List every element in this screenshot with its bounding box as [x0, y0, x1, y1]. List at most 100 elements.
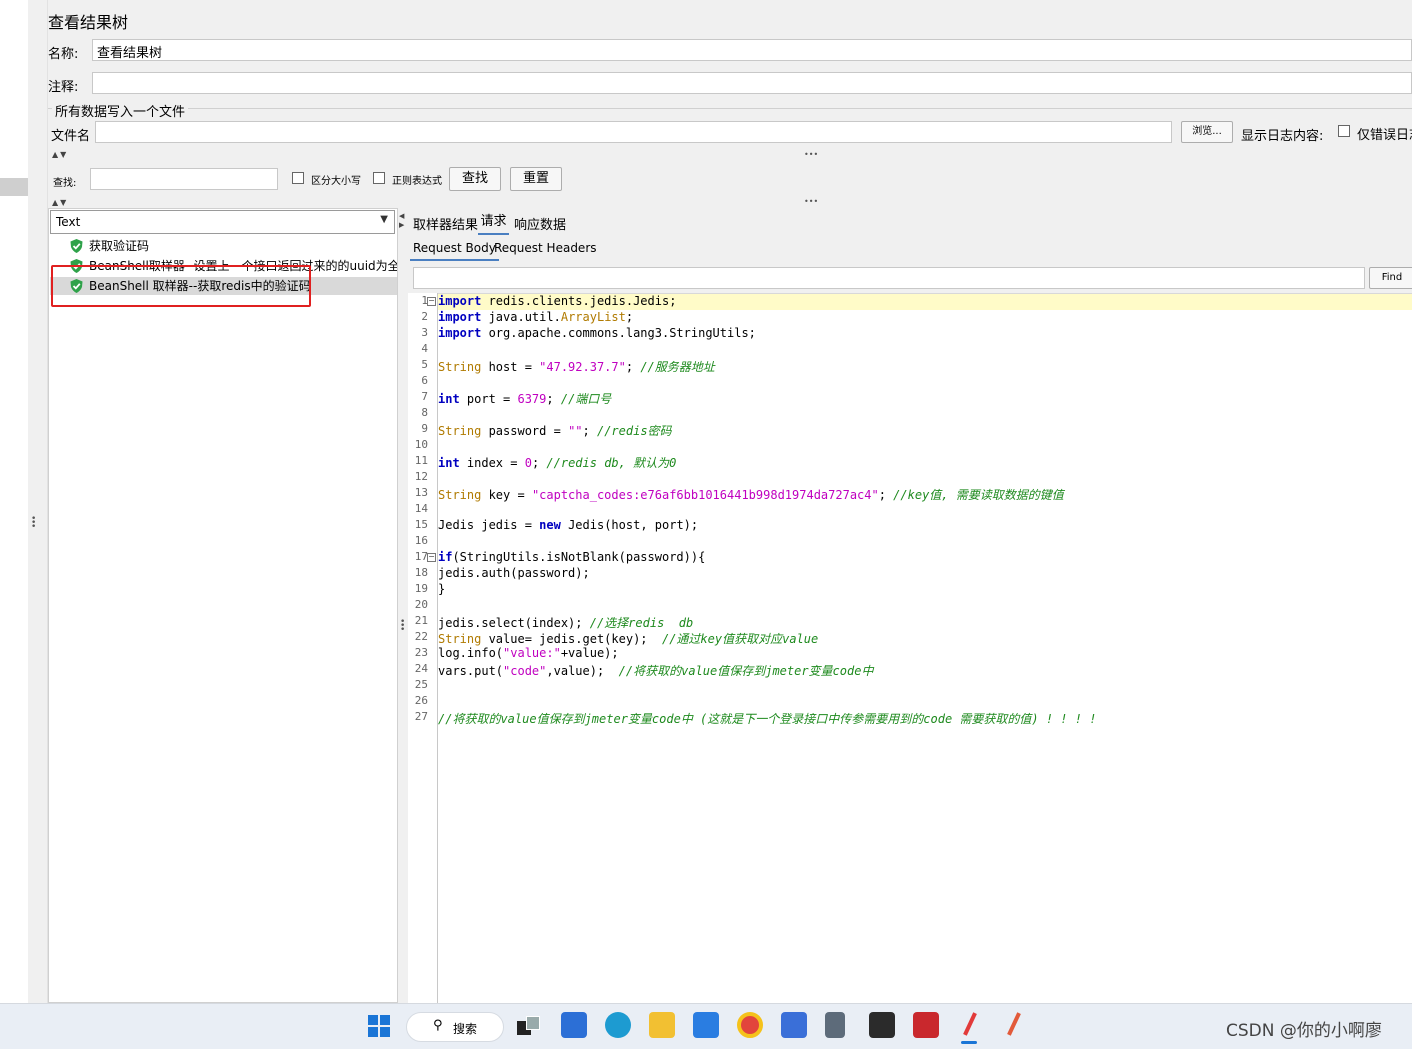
collapse-arrows-icon[interactable]: ◀ ▶ [399, 212, 404, 230]
regex-checkbox[interactable] [373, 172, 385, 184]
app-icon[interactable] [781, 1012, 807, 1038]
explorer-icon[interactable] [649, 1012, 675, 1038]
code-line: int index = 0; //redis db, 默认为0 [438, 456, 677, 470]
code-line: String value= jedis.get(key); //通过key值获取… [438, 632, 819, 646]
code-line: log.info("value:"+value); [438, 646, 619, 660]
subtab-request-body[interactable]: Request Body [410, 237, 499, 261]
store-icon[interactable] [561, 1012, 587, 1038]
subtab-request-headers[interactable]: Request Headers [494, 237, 597, 259]
tab-response-data[interactable]: 响应数据 [514, 214, 566, 233]
tree-item-label: 获取验证码 [89, 239, 150, 253]
fold-icon[interactable]: − [427, 553, 436, 562]
start-icon[interactable] [368, 1015, 390, 1037]
tab-request[interactable]: 请求 [478, 211, 509, 235]
code-line: int port = 6379; //端口号 [438, 392, 612, 406]
line-number: 7 [421, 390, 428, 403]
file-group-label: 所有数据写入一个文件 [52, 101, 189, 120]
watermark: CSDN @你的小啊廖 [1226, 1021, 1382, 1041]
page-title: 查看结果树 [48, 13, 129, 32]
pen2-icon[interactable] [1001, 1012, 1027, 1038]
active-app-indicator [961, 1041, 977, 1044]
splitter-grip-icon: • • • [31, 514, 37, 532]
line-number: 19 [414, 582, 428, 595]
calculator-icon[interactable] [825, 1012, 845, 1038]
line-number: 11 [414, 454, 428, 467]
left-navigation-strip [0, 0, 29, 1003]
main-splitter[interactable]: • • • [28, 0, 48, 1003]
fold-icon[interactable]: − [427, 297, 436, 306]
line-number: 15 [414, 518, 428, 531]
chrome-icon[interactable] [737, 1012, 763, 1038]
errors-only-label: 仅错误日志 [1357, 128, 1412, 143]
collapse-arrows-icon[interactable]: ▲▼ [52, 198, 68, 207]
case-sensitive-label: 区分大小写 [311, 176, 361, 187]
search-label: 查找: [53, 178, 77, 189]
log-content-label: 显示日志内容: [1241, 129, 1324, 144]
results-splitter[interactable]: ◀ ▶ • • • [398, 208, 407, 1003]
line-number: 10 [414, 438, 428, 451]
code-line: String host = "47.92.37.7"; //服务器地址 [438, 360, 715, 374]
line-number: 13 [414, 486, 428, 499]
result-tree-panel [48, 208, 398, 1003]
line-number: 4 [421, 342, 428, 355]
line-number: 3 [421, 326, 428, 339]
name-label: 名称: [48, 47, 79, 62]
splitter-grip-icon[interactable]: ••• [804, 197, 818, 206]
code-line: String key = "captcha_codes:e76af6bb1016… [438, 488, 1064, 502]
search-input[interactable] [90, 168, 278, 190]
errors-only-checkbox[interactable] [1338, 125, 1350, 137]
task-view-icon[interactable] [517, 1016, 540, 1036]
code-line: vars.put("code",value); //将获取的value值保存到j… [438, 664, 874, 678]
tree-item[interactable]: 获取验证码 [70, 237, 149, 255]
body-find-input[interactable] [413, 267, 1365, 289]
redis-icon[interactable] [913, 1012, 939, 1038]
selected-nav-row[interactable] [0, 178, 28, 196]
name-field[interactable]: 查看结果树 [92, 39, 1412, 61]
case-sensitive-checkbox[interactable] [292, 172, 304, 184]
collapse-arrows-icon[interactable]: ▲▼ [52, 150, 68, 159]
line-number: 22 [414, 630, 428, 643]
taskbar-search[interactable]: ⚲ 搜索 [406, 1012, 504, 1042]
code-line: jedis.select(index); //选择redis db [438, 616, 694, 630]
code-line: import redis.clients.jedis.Jedis; [438, 294, 677, 308]
browse-button[interactable]: 浏览... [1181, 121, 1233, 143]
filename-field[interactable] [95, 121, 1172, 143]
name-field-value: 查看结果树 [97, 46, 163, 61]
line-number: 5 [421, 358, 428, 371]
line-number: 26 [414, 694, 428, 707]
line-number: 17 [414, 550, 428, 563]
edge-icon[interactable] [605, 1012, 631, 1038]
taskbar-search-label: 搜索 [453, 1022, 478, 1036]
splitter-grip-icon: • • • [400, 617, 406, 635]
annotation-highlight-box [51, 265, 311, 307]
body-find-button[interactable]: Find [1369, 267, 1412, 289]
chevron-down-icon: ▼ [380, 214, 388, 225]
line-number: 6 [421, 374, 428, 387]
mail-icon[interactable] [693, 1012, 719, 1038]
find-button[interactable]: 查找 [449, 167, 501, 191]
code-area[interactable]: 1− import redis.clients.jedis.Jedis; 2 impo… [408, 294, 1412, 994]
line-number: 21 [414, 614, 428, 627]
code-line: jedis.auth(password); [438, 566, 590, 580]
line-number: 23 [414, 646, 428, 659]
reset-button[interactable]: 重置 [510, 167, 562, 191]
renderer-select[interactable]: Text ▼ [50, 210, 395, 234]
line-number: 16 [414, 534, 428, 547]
pen-icon[interactable] [957, 1012, 983, 1038]
line-number: 27 [414, 710, 428, 723]
line-number: 14 [414, 502, 428, 515]
line-number: 20 [414, 598, 428, 611]
terminal-icon[interactable] [869, 1012, 895, 1038]
tab-sampler-result[interactable]: 取样器结果 [413, 214, 478, 233]
code-line: } [438, 582, 446, 596]
filename-label: 文件名 [51, 129, 91, 144]
line-number: 25 [414, 678, 428, 691]
comment-field[interactable] [92, 72, 1412, 94]
search-icon: ⚲ [433, 1018, 443, 1033]
code-line: if(StringUtils.isNotBlank(password)){ [438, 550, 706, 564]
success-shield-icon [70, 239, 83, 253]
line-number: 2 [421, 310, 428, 323]
splitter-grip-icon[interactable]: ••• [804, 150, 818, 159]
renderer-select-value: Text [56, 215, 81, 229]
code-line: String password = ""; //redis密码 [438, 424, 672, 438]
